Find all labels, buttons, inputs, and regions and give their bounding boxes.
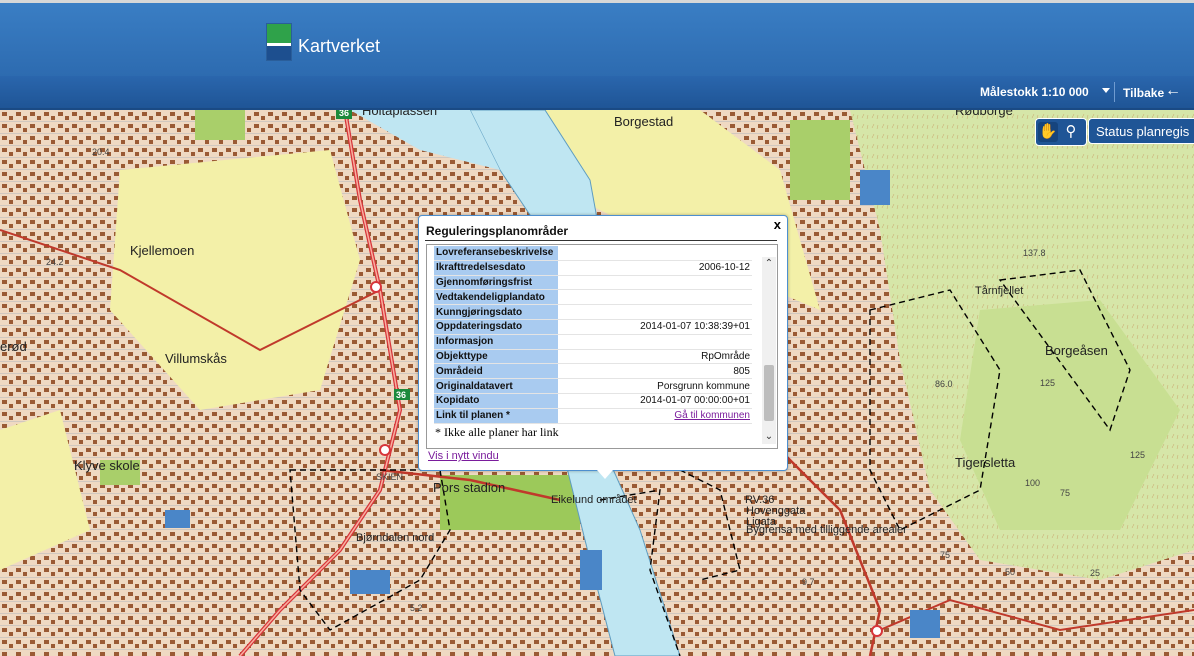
place-label: Tigersletta — [955, 455, 1016, 470]
table-row: Gjennomføringsfrist — [434, 275, 752, 291]
map-tool-group: ✋ ⚲ — [1035, 118, 1087, 146]
attribute-value: 805 — [558, 363, 752, 380]
contour-label: 100 — [1025, 478, 1041, 488]
attribute-value — [558, 289, 752, 306]
contour-label: 75 — [940, 550, 951, 560]
chevron-up-icon[interactable]: ⌃ — [762, 257, 776, 271]
status-planregister-button[interactable]: Status planregis — [1088, 118, 1194, 144]
open-in-new-window-link[interactable]: Vis i nytt vindu — [428, 450, 499, 462]
table-row: Oppdateringsdato 2014-01-07 10:38:39+01 — [434, 319, 752, 335]
attribute-key: Gjennomføringsfrist — [434, 275, 558, 291]
attribute-value: 2014-01-07 10:38:39+01 — [558, 319, 752, 335]
place-label: Borgestad — [614, 114, 674, 129]
scrollbar-thumb[interactable] — [764, 365, 774, 421]
table-row: Kopidato 2014-01-07 00:00:00+01 — [434, 393, 752, 409]
attribute-key: Oppdateringsdato — [434, 319, 558, 335]
back-button[interactable]: Tilbake — [1123, 86, 1164, 100]
place-label: Holtaplassen — [362, 110, 438, 118]
app-header: Kartverket — [0, 0, 1194, 76]
attribute-value: Porsgrunn kommune — [558, 378, 752, 394]
elevation-label: 24.2 — [46, 257, 64, 267]
place-label: Kjellemoen — [130, 243, 195, 258]
road-label: SKIEN — [376, 472, 404, 482]
plan-label: Bjørndalen nord — [356, 532, 435, 544]
place-label: erød — [0, 339, 27, 354]
go-to-municipality-link[interactable]: Gå til kommunen — [674, 410, 750, 421]
attribute-key: Kunngjøringsdato — [434, 304, 558, 320]
attribute-value — [558, 275, 752, 291]
attribute-key: Ikrafttredelsesdato — [434, 260, 558, 276]
popup-divider — [425, 240, 777, 241]
chevron-down-icon[interactable] — [1102, 88, 1110, 93]
feature-info-popup: x Reguleringsplanområder Lovreferansebes… — [418, 215, 788, 479]
popup-pointer — [597, 470, 613, 479]
table-row: Vedtakendeligplandato — [434, 289, 752, 306]
place-label: Pors stadion — [433, 480, 506, 495]
table-row: Ikrafttredelsesdato 2006-10-12 — [434, 260, 752, 276]
attribute-key: Informasjon — [434, 334, 558, 350]
plan-label: Eikelund området — [551, 494, 637, 506]
place-label: Borgeåsen — [1045, 343, 1108, 358]
attribute-key: Link til planen * — [434, 408, 558, 424]
popup-scrollbar[interactable]: ⌃ ⌄ — [762, 257, 776, 444]
place-label: Villumskås — [165, 351, 227, 366]
toolbar-divider — [1114, 82, 1115, 102]
table-row: Områdeid 805 — [434, 363, 752, 380]
map-toolbar: Målestokk 1:10 000 Tilbake ← — [0, 76, 1194, 110]
attribute-value: 2006-10-12 — [558, 260, 752, 276]
contour-label: 125 — [1040, 378, 1056, 388]
chevron-down-icon[interactable]: ⌄ — [762, 430, 776, 444]
close-icon[interactable]: x — [774, 217, 781, 232]
place-label: Tårnfjellet — [975, 285, 1024, 297]
contour-label: 75 — [1060, 488, 1071, 498]
elevation-label: 20.4 — [92, 147, 110, 157]
table-row: Objekttype RpOmråde — [434, 349, 752, 365]
attribute-key: Kopidato — [434, 393, 558, 409]
attribute-value — [558, 334, 752, 350]
attribute-key: Lovreferansebeskrivelse — [434, 246, 558, 261]
table-row: Kunngjøringsdato — [434, 304, 752, 320]
table-row: Lovreferansebeskrivelse — [434, 246, 752, 261]
attribute-table: Lovreferansebeskrivelse Ikrafttredelsesd… — [434, 246, 752, 424]
attribute-key: Objekttype — [434, 349, 558, 365]
attribute-key: Originaldatavert — [434, 378, 558, 394]
arrow-left-icon[interactable]: ← — [1165, 83, 1181, 99]
road-shield-label: 36 — [339, 110, 350, 118]
footnote: * Ikke alle planer har link — [435, 425, 559, 439]
attribute-key: Områdeid — [434, 363, 558, 380]
elevation-label: 137.8 — [1023, 248, 1046, 258]
attribute-value: 2014-01-07 00:00:00+01 — [558, 393, 752, 409]
elevation-label: 9.7 — [802, 577, 815, 587]
magnifier-icon[interactable]: ⚲ — [1061, 122, 1081, 142]
contour-label: 25 — [1090, 568, 1101, 578]
popup-title: Reguleringsplanområder — [426, 224, 569, 238]
contour-label: 50 — [1005, 567, 1016, 577]
place-label: Klyve skole — [74, 458, 140, 473]
plan-label: Bygrensa med tilliggende arealer — [746, 524, 907, 536]
attribute-value: RpOmråde — [558, 349, 752, 365]
table-row: Originaldatavert Porsgrunn kommune — [434, 378, 752, 394]
elevation-label: 5.2 — [410, 603, 423, 613]
attribute-value — [558, 304, 752, 320]
road-shield-label: 36 — [396, 390, 407, 400]
attribute-key: Vedtakendeligplandato — [434, 289, 558, 306]
popup-content[interactable]: Lovreferansebeskrivelse Ikrafttredelsesd… — [426, 244, 778, 449]
elevation-label: 86.0 — [935, 379, 953, 389]
kartverket-logo-icon — [266, 23, 292, 61]
place-label: Rødborge — [955, 110, 1013, 118]
table-row: Informasjon — [434, 334, 752, 350]
contour-label: 125 — [1130, 450, 1146, 460]
brand-name: Kartverket — [298, 36, 381, 56]
attribute-value — [558, 246, 752, 261]
table-row: Link til planen * Gå til kommunen — [434, 408, 752, 424]
hand-icon[interactable]: ✋ — [1038, 122, 1058, 142]
scale-select-label[interactable]: Målestokk 1:10 000 — [980, 85, 1089, 99]
